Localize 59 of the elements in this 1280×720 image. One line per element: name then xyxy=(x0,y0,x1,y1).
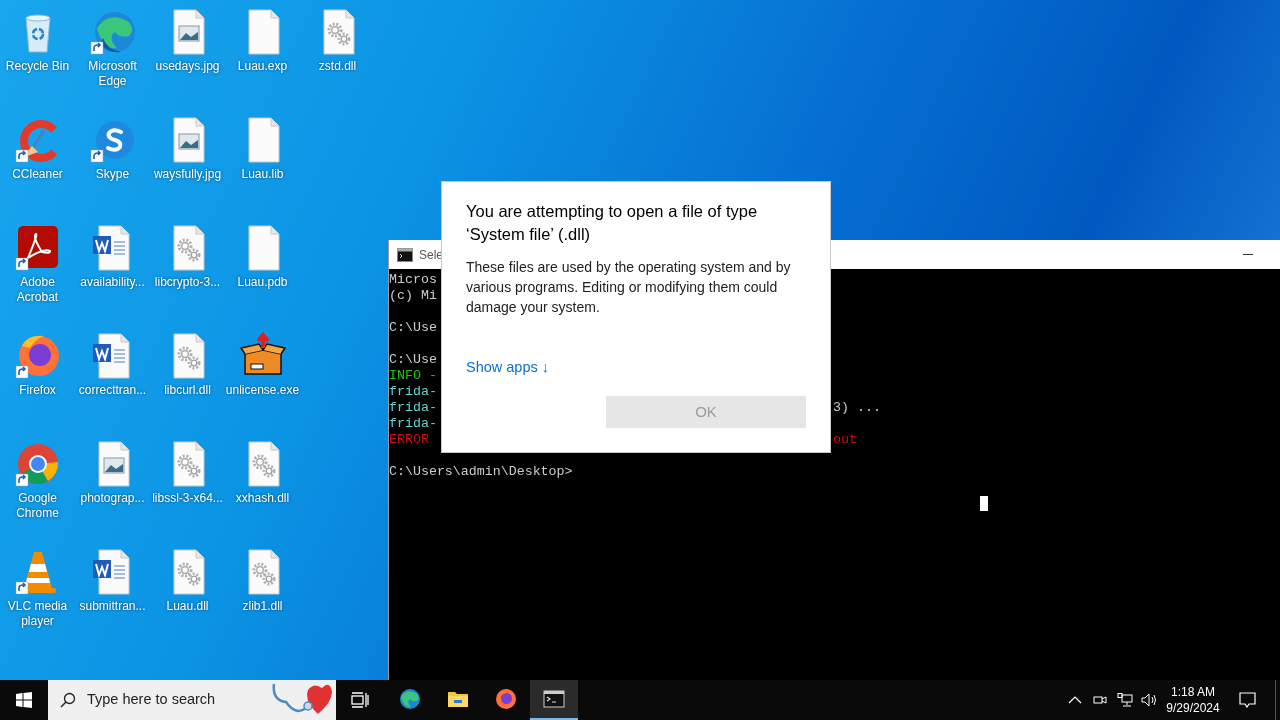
show-apps-link[interactable]: Show apps ↓ xyxy=(466,357,550,379)
desktop-icon-label[interactable]: Adobe Acrobat xyxy=(0,275,75,305)
windows-logo-icon xyxy=(16,692,32,708)
console-line: C:\Use xyxy=(389,352,437,367)
console-line: ERROR xyxy=(389,432,429,447)
desktop-icon-label[interactable]: libcrypto-3... xyxy=(152,275,223,290)
console-line: out xyxy=(833,432,857,448)
terminal-icon xyxy=(542,687,566,711)
chevron-up-icon[interactable] xyxy=(1068,696,1082,704)
speaker-icon[interactable] xyxy=(1141,693,1159,707)
desktop-icon-label[interactable]: Luau.lib xyxy=(239,167,286,182)
network-icon[interactable] xyxy=(1117,693,1133,707)
search-placeholder: Type here to search xyxy=(87,690,217,710)
taskbar-app[interactable] xyxy=(530,680,578,720)
dialog-title: You are attempting to open a file of type ‘System file’ (.dll) xyxy=(466,201,759,245)
desktop-icon-label[interactable]: waysfully.jpg xyxy=(151,167,224,182)
video-camera-icon[interactable] xyxy=(1093,693,1107,707)
desktop-icon-label[interactable]: Microsoft Edge xyxy=(75,59,150,89)
desktop-icon-label[interactable]: Firefox xyxy=(17,383,58,398)
console-line: C:\Users\admin\Desktop> xyxy=(389,464,573,479)
desktop-icon-label[interactable]: xxhash.dll xyxy=(233,491,292,506)
desktop-icon-label[interactable]: photograp... xyxy=(78,491,147,506)
desktop-icon-label[interactable]: submittran... xyxy=(77,599,148,614)
desktop-icon-label[interactable]: Google Chrome xyxy=(0,491,75,521)
terminal-icon xyxy=(397,247,413,262)
clock-time[interactable]: 1:18 AM xyxy=(1171,684,1215,700)
minimize-icon xyxy=(1243,254,1253,255)
desktop-icon-label[interactable]: libssl-3-x64... xyxy=(150,491,225,506)
desktop-icon-label[interactable]: libcurl.dll xyxy=(162,383,213,398)
desktop-icon-label[interactable]: Skype xyxy=(93,167,132,182)
text-cursor xyxy=(980,496,988,511)
desktop-icon-label[interactable]: unlicense.exe xyxy=(223,383,302,398)
desktop-icon-label[interactable]: usedays.jpg xyxy=(153,59,222,74)
desktop-icon-label[interactable]: Luau.pdb xyxy=(235,275,290,290)
desktop-icon-label[interactable]: CCleaner xyxy=(10,167,65,182)
console-line: frida- xyxy=(389,400,437,415)
console-line: 3) ... xyxy=(833,400,881,416)
desktop-icon-label[interactable]: correcttran... xyxy=(76,383,149,398)
desktop-icon-label[interactable]: Luau.dll xyxy=(164,599,211,614)
desktop-icon-label[interactable]: zstd.dll xyxy=(316,59,359,74)
desktop-icon-label[interactable]: availability... xyxy=(78,275,147,290)
fox-logo-icon xyxy=(494,687,518,711)
clock-date[interactable]: 9/29/2024 xyxy=(1166,700,1220,716)
swirl-logo-icon xyxy=(398,687,422,711)
console-line: Micros xyxy=(389,272,437,287)
console-line: frida- xyxy=(389,416,437,431)
speech-bubble-icon xyxy=(1238,692,1256,708)
search-icon xyxy=(60,692,76,708)
console-line: C:\Use xyxy=(389,320,437,335)
desktop-icon-label[interactable]: Luau.exp xyxy=(235,59,290,74)
desktop-icon-label[interactable]: zlib1.dll xyxy=(240,599,285,614)
task-view-icon xyxy=(351,692,369,708)
desktop-icon-label[interactable]: Recycle Bin xyxy=(3,59,72,74)
search-field[interactable]: Type here to search xyxy=(48,680,336,720)
dialog-message: These files are used by the operating system and by various programs. Editing or modifying them could damage your system. xyxy=(466,258,792,317)
console-line: frida- xyxy=(389,384,437,399)
desktop-icon-label[interactable]: VLC media player xyxy=(0,599,75,629)
console-line: INFO - xyxy=(389,368,437,383)
console-line: (c) Mi xyxy=(389,288,437,303)
